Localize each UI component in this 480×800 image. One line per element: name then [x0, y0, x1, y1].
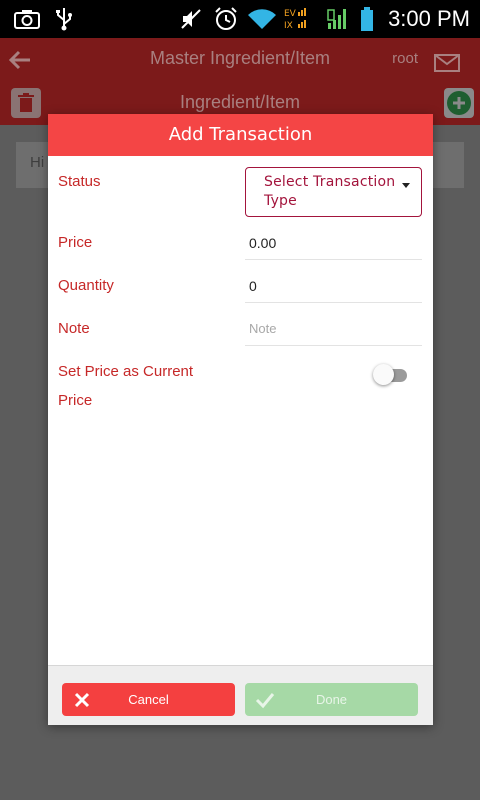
set-price-toggle[interactable] [373, 364, 409, 385]
app-header: Master Ingredient/Item root Ingredient/I… [0, 38, 480, 125]
ev-signal-icon: EV IX [284, 0, 314, 38]
mail-icon[interactable] [434, 54, 460, 72]
user-name: root [392, 50, 418, 67]
check-icon [255, 689, 275, 709]
price-value: 0.00 [249, 235, 277, 251]
quantity-input[interactable]: 0 [245, 273, 422, 303]
set-price-label-line2: Price [58, 392, 93, 409]
clock: 3:00 PM [388, 6, 470, 31]
mute-icon [178, 0, 204, 38]
note-placeholder: Note [249, 321, 277, 336]
price-input[interactable]: 0.00 [245, 230, 422, 260]
transaction-type-value: Select Transaction Type [264, 174, 396, 209]
camera-icon [12, 0, 42, 38]
price-label: Price [58, 234, 93, 251]
svg-text:EV: EV [284, 9, 297, 19]
alarm-icon [213, 0, 239, 38]
quantity-label: Quantity [58, 277, 114, 294]
dialog-footer: Cancel Done [48, 665, 433, 725]
note-label: Note [58, 320, 90, 337]
status-label: Status [58, 173, 101, 190]
usb-icon [54, 0, 74, 38]
cancel-label: Cancel [128, 692, 169, 707]
quantity-value: 0 [249, 278, 257, 294]
cancel-button[interactable]: Cancel [62, 683, 235, 716]
wifi-icon [246, 0, 278, 38]
list-item-text: Hi [30, 154, 45, 171]
svg-text:IX: IX [284, 21, 293, 31]
cell-signal-icon [326, 0, 350, 38]
add-button[interactable] [444, 88, 474, 118]
dropdown-caret-icon [402, 183, 410, 188]
trash-icon [11, 93, 41, 122]
battery-icon [358, 0, 376, 38]
note-input[interactable]: Note [245, 316, 422, 346]
set-price-label-line1: Set Price as Current [58, 363, 194, 380]
page-subtitle: Ingredient/Item [179, 92, 301, 112]
delete-button[interactable] [11, 88, 41, 118]
status-bar: EV IX 3:00 PM [0, 0, 480, 38]
done-button[interactable]: Done [245, 683, 418, 716]
plus-circle-icon [444, 91, 474, 122]
close-icon [72, 689, 92, 709]
done-label: Done [315, 692, 348, 707]
transaction-type-select[interactable]: Select Transaction Type [245, 167, 422, 217]
add-transaction-dialog: Add Transaction Status Select Transactio… [48, 114, 433, 725]
set-price-label: Set Price as Current Price [58, 357, 193, 415]
dialog-title: Add Transaction [48, 114, 433, 156]
toggle-thumb [373, 364, 394, 385]
